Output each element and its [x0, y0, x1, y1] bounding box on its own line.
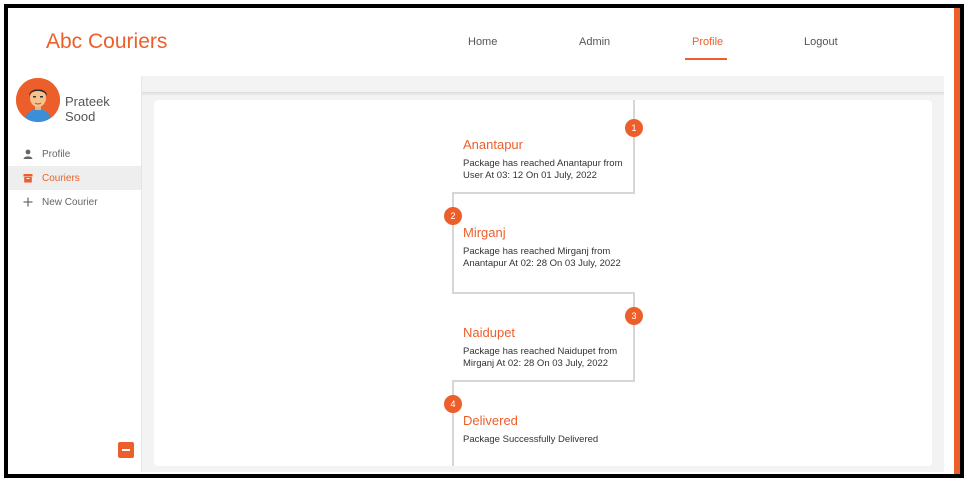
step-description: Package has reached Anantapur from User … — [463, 158, 623, 181]
sidebar-item-couriers[interactable]: Couriers — [8, 166, 141, 190]
timeline-connector — [452, 380, 454, 466]
nav-home[interactable]: Home — [468, 36, 497, 48]
sidebar-item-profile[interactable]: Profile — [8, 142, 141, 166]
collapse-sidebar-button[interactable] — [118, 442, 134, 458]
step-city: Delivered — [463, 413, 518, 428]
nav-admin[interactable]: Admin — [579, 36, 610, 48]
step-city: Mirganj — [463, 225, 506, 240]
nav-active-indicator — [685, 58, 727, 60]
content-divider — [142, 92, 944, 96]
plus-icon — [22, 197, 34, 207]
sidebar-item-new-courier[interactable]: New Courier — [8, 190, 141, 214]
step-city: Anantapur — [463, 137, 523, 152]
timeline-connector — [633, 100, 635, 194]
sidebar-item-label: New Courier — [42, 196, 98, 208]
step-badge: 3 — [625, 307, 643, 325]
tracking-card: 1 Anantapur Package has reached Anantapu… — [154, 100, 932, 466]
archive-box-icon — [22, 173, 34, 183]
sidebar: Prateek Sood Profile Couriers New Courie… — [8, 76, 142, 472]
person-icon — [22, 149, 34, 159]
timeline-connector — [633, 292, 635, 382]
step-badge: 4 — [444, 395, 462, 413]
step-description: Package has reached Naidupet from Mirgan… — [463, 346, 618, 369]
app-window: Abc Couriers Home Admin Profile Logout P… — [4, 4, 964, 478]
timeline-connector — [452, 192, 635, 194]
minus-icon — [122, 449, 130, 451]
avatar[interactable] — [16, 78, 60, 122]
nav-profile[interactable]: Profile — [692, 36, 723, 48]
step-city: Naidupet — [463, 325, 516, 340]
sidebar-item-label: Profile — [42, 148, 71, 160]
timeline-connector — [452, 380, 635, 382]
step-badge: 2 — [444, 207, 462, 225]
timeline-connector — [452, 292, 635, 294]
brand-title: Abc Couriers — [46, 30, 168, 53]
user-name: Prateek Sood — [65, 94, 110, 124]
user-avatar-icon — [16, 78, 60, 122]
page-scrollbar-thumb[interactable] — [954, 8, 960, 288]
step-badge: 1 — [625, 119, 643, 137]
step-description: Package Successfully Delivered — [463, 434, 599, 445]
nav-logout[interactable]: Logout — [804, 36, 838, 48]
top-header: Abc Couriers Home Admin Profile Logout — [8, 8, 960, 76]
sidebar-item-label: Couriers — [42, 172, 80, 184]
step-description: Package has reached Mirganj from Anantap… — [463, 246, 621, 269]
